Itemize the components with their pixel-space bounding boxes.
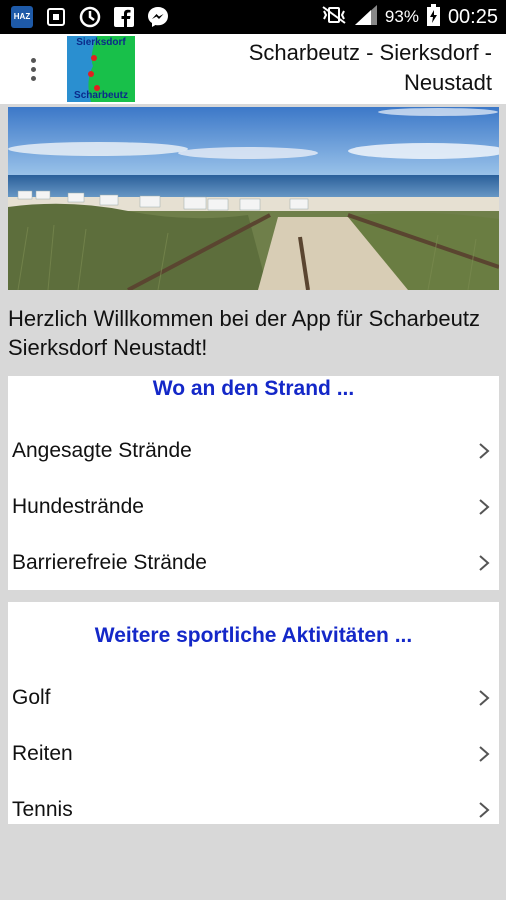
list-item-barrierefreie-straende[interactable]: Barrierefreie Strände — [8, 535, 499, 591]
chevron-right-icon — [479, 499, 490, 515]
list-item-label: Tennis — [12, 798, 73, 821]
battery-charging-icon — [426, 3, 440, 31]
list-item-label: Hundestrände — [12, 495, 144, 518]
chevron-right-icon — [479, 443, 490, 459]
list-item-label: Golf — [12, 686, 51, 709]
section-card-beaches: Wo an den Strand ... Angesagte Strände H… — [8, 376, 499, 590]
battery-percent: 93% — [384, 7, 419, 26]
menu-dot — [30, 75, 36, 81]
menu-dot — [30, 66, 36, 72]
list-item-label: Barrierefreie Strände — [12, 551, 207, 574]
haz-app-icon: HAZ — [10, 5, 34, 29]
list-item-tennis[interactable]: Tennis — [8, 782, 499, 838]
logo-text-bottom: Scharbeutz — [74, 90, 128, 101]
signal-icon — [354, 4, 377, 30]
screenshot-icon — [44, 5, 68, 29]
status-bar: HAZ 93% 00:25 — [0, 0, 506, 34]
list-item-angesagte-straende[interactable]: Angesagte Strände — [8, 423, 499, 479]
svg-text:HAZ: HAZ — [14, 12, 31, 21]
section-card-sports: Weitere sportliche Aktivitäten ... Golf … — [8, 602, 499, 824]
chevron-right-icon — [479, 555, 490, 571]
list-item-golf[interactable]: Golf — [8, 670, 499, 726]
section-title: Wo an den Strand ... — [152, 377, 355, 400]
menu-dot — [30, 57, 36, 63]
section-title: Weitere sportliche Aktivitäten ... — [94, 624, 413, 647]
list-item-label: Angesagte Strände — [12, 439, 192, 462]
notification-icons: HAZ — [10, 5, 170, 29]
vibrate-mute-icon — [321, 5, 347, 29]
welcome-text: Herzlich Willkommen bei der App für Scha… — [8, 306, 480, 360]
app-logo: Sierksdorf Scharbeutz — [67, 36, 135, 102]
app-title: Scharbeutz - Sierksdorf - Neustadt — [248, 40, 492, 95]
logo-text-top: Sierksdorf — [76, 37, 126, 48]
list-item-label: Reiten — [12, 742, 73, 765]
system-indicators: 93% 00:25 — [321, 3, 498, 31]
sync-icon — [78, 5, 102, 29]
messenger-icon — [146, 5, 170, 29]
list-item-reiten[interactable]: Reiten — [8, 726, 499, 782]
overflow-menu-button[interactable] — [18, 52, 48, 86]
list-item-hundestraende[interactable]: Hundestrände — [8, 479, 499, 535]
beach-hero-image — [8, 107, 499, 290]
app-bar: Sierksdorf Scharbeutz Scharbeutz - Sierk… — [0, 34, 506, 104]
facebook-icon — [112, 5, 136, 29]
clock: 00:25 — [447, 5, 498, 28]
chevron-right-icon — [479, 802, 490, 818]
chevron-right-icon — [479, 690, 490, 706]
chevron-right-icon — [479, 746, 490, 762]
